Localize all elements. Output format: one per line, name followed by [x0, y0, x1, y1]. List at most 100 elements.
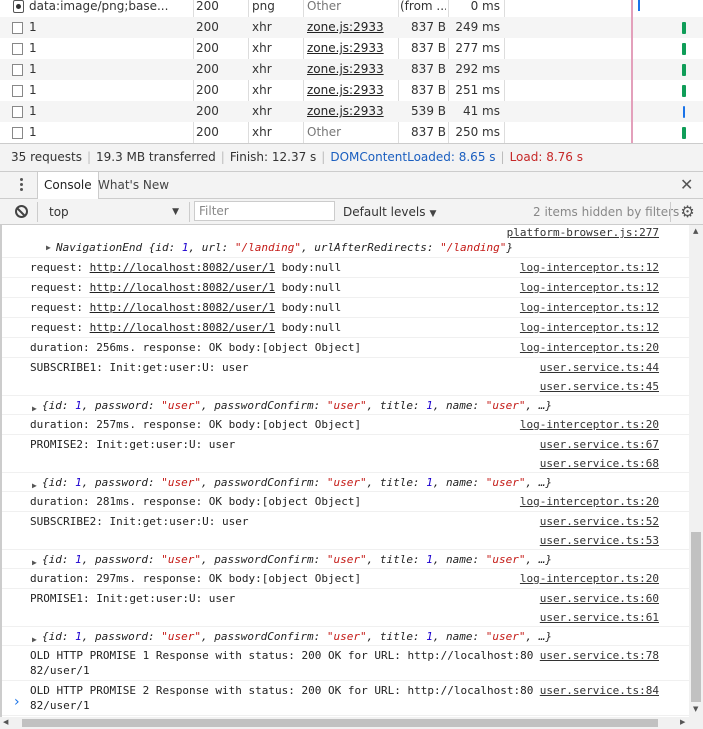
source-link[interactable]: log-interceptor.ts:20	[520, 494, 659, 509]
source-link[interactable]: user.service.ts:44	[540, 360, 659, 375]
initiator-cell[interactable]: zone.js:2933	[307, 38, 397, 59]
obj-p3: , title:	[366, 553, 427, 566]
source-link[interactable]: user.service.ts:60	[540, 591, 659, 606]
request-url-link[interactable]: http://localhost:8082/user/1	[90, 281, 275, 294]
message-suffix: body:null	[275, 261, 342, 274]
network-row[interactable]: 1 200 xhr zone.js:2933 539 B 41 ms	[0, 101, 703, 122]
expand-triangle-icon[interactable]: ▶	[32, 632, 37, 647]
console-messages: platform-browser.js:277 ▶ NavigationEnd …	[0, 225, 689, 717]
obj-text: , url:	[188, 241, 235, 254]
source-link[interactable]: user.service.ts:67	[540, 437, 659, 452]
toolbar-divider	[189, 202, 190, 222]
console-message: SUBSCRIBE1: Init:get:user:U: user user.se…	[2, 358, 689, 396]
checkbox[interactable]	[12, 22, 23, 34]
request-name: data:image/png;base...	[29, 0, 169, 13]
filter-input[interactable]	[194, 201, 335, 221]
obj-p3: , title:	[366, 476, 427, 489]
separator: |	[220, 150, 225, 164]
scroll-left-icon[interactable]: ◀	[3, 718, 8, 726]
navigation-end-object[interactable]: NavigationEnd {id: 1, url: "/landing", u…	[46, 240, 513, 255]
obj-close: , …}	[525, 630, 553, 643]
source-link[interactable]: user.service.ts:52	[540, 514, 659, 529]
tab-whats-new[interactable]: What's New	[92, 172, 175, 199]
source-link[interactable]: log-interceptor.ts:20	[520, 340, 659, 355]
expand-triangle-icon[interactable]: ▶	[32, 555, 37, 570]
network-row[interactable]: 1 200 xhr zone.js:2933 837 B 249 ms	[0, 17, 703, 38]
checkbox[interactable]	[12, 43, 23, 55]
obj-p1: , password:	[81, 630, 162, 643]
console-object[interactable]: ▶ {id: 1, password: "user", passwordConfi…	[2, 473, 689, 492]
log-levels-dropdown[interactable]: Default levels ▼	[343, 202, 436, 222]
network-row[interactable]: data:image/png;base... 200 png Other (from .…	[0, 0, 703, 17]
message-text: request: http://localhost:8082/user/1 bo…	[30, 300, 341, 315]
more-tools-icon[interactable]	[20, 178, 24, 193]
request-name: 1	[29, 104, 37, 118]
network-row[interactable]: 1 200 xhr zone.js:2933 837 B 251 ms	[0, 80, 703, 101]
request-name: 1	[29, 83, 37, 97]
finish-time: Finish: 12.37 s	[229, 150, 317, 164]
network-request-table: data:image/png;base... 200 png Other (from .…	[0, 0, 703, 143]
source-link[interactable]: user.service.ts:78	[540, 648, 659, 663]
source-link[interactable]: user.service.ts:68	[540, 456, 659, 471]
console-object[interactable]: ▶ {id: 1, password: "user", passwordConfi…	[2, 627, 689, 646]
request-url-link[interactable]: http://localhost:8082/user/1	[90, 321, 275, 334]
source-link[interactable]: user.service.ts:53	[540, 533, 659, 548]
request-count: 35 requests	[11, 150, 82, 164]
console-object[interactable]: ▶ {id: 1, password: "user", passwordConfi…	[2, 396, 689, 415]
source-link[interactable]: log-interceptor.ts:20	[520, 571, 659, 586]
checkbox[interactable]	[12, 64, 23, 76]
obj-id: 1	[75, 399, 82, 412]
request-url-link[interactable]: http://localhost:8082/user/1	[90, 301, 275, 314]
source-link[interactable]: user.service.ts:61	[540, 610, 659, 625]
network-row[interactable]: 1 200 xhr zone.js:2933 837 B 292 ms	[0, 59, 703, 80]
gear-icon[interactable]: ⚙	[679, 203, 696, 220]
source-link[interactable]: log-interceptor.ts:20	[520, 417, 659, 432]
obj-p3: , title:	[366, 630, 427, 643]
time-cell: 41 ms	[462, 104, 500, 118]
checkbox[interactable]	[12, 85, 23, 97]
obj-p2: , passwordConfirm:	[200, 476, 327, 489]
checkbox[interactable]	[12, 106, 23, 118]
obj-id: 1	[75, 476, 82, 489]
request-url-link[interactable]: http://localhost:8082/user/1	[90, 261, 275, 274]
clear-console-icon[interactable]	[15, 205, 28, 218]
network-row[interactable]: 1 200 xhr Other 837 B 250 ms	[0, 122, 703, 143]
network-row[interactable]: 1 200 xhr zone.js:2933 837 B 277 ms	[0, 38, 703, 59]
scroll-right-icon[interactable]: ▶	[680, 718, 685, 726]
chevron-down-icon: ▼	[429, 209, 437, 219]
source-link[interactable]: user.service.ts:45	[540, 379, 659, 394]
initiator-cell[interactable]: zone.js:2933	[307, 80, 397, 101]
obj-text: , urlAfterRedirects:	[301, 241, 441, 254]
scroll-up-icon[interactable]: ▲	[693, 227, 698, 235]
source-link[interactable]: user.service.ts:84	[540, 683, 659, 698]
initiator-cell[interactable]: zone.js:2933	[307, 17, 397, 38]
source-link[interactable]: log-interceptor.ts:12	[520, 300, 659, 315]
type-cell: xhr	[252, 83, 272, 97]
type-cell: xhr	[252, 104, 272, 118]
horizontal-scrollbar[interactable]: ◀ ▶	[0, 717, 703, 729]
console-prompt[interactable]: ›	[14, 694, 20, 710]
expand-triangle-icon[interactable]: ▶	[32, 478, 37, 493]
status-cell: 200	[196, 104, 219, 118]
source-link[interactable]: log-interceptor.ts:12	[520, 280, 659, 295]
scroll-thumb[interactable]	[691, 532, 701, 702]
context-selector[interactable]: top ▼	[42, 202, 187, 222]
obj-p1: , password:	[81, 476, 162, 489]
initiator-cell[interactable]: zone.js:2933	[307, 101, 397, 122]
vertical-scrollbar[interactable]: ▲ ▼	[689, 225, 703, 717]
close-drawer-icon[interactable]: ✕	[680, 176, 693, 194]
obj-p4: , name:	[432, 399, 486, 412]
request-name-cell: 1	[0, 80, 191, 101]
scroll-thumb[interactable]	[22, 719, 658, 727]
obj-passwordConfirm: "user"	[326, 553, 367, 566]
expand-triangle-icon[interactable]: ▶	[32, 401, 37, 416]
message-text: request: http://localhost:8082/user/1 bo…	[30, 320, 341, 335]
console-object[interactable]: ▶ {id: 1, password: "user", passwordConfi…	[2, 550, 689, 569]
source-link[interactable]: log-interceptor.ts:12	[520, 320, 659, 335]
scroll-down-icon[interactable]: ▼	[693, 705, 698, 713]
initiator-cell[interactable]: zone.js:2933	[307, 59, 397, 80]
source-link[interactable]: platform-browser.js:277	[507, 225, 659, 240]
tab-console[interactable]: Console	[37, 172, 99, 200]
checkbox[interactable]	[12, 127, 23, 139]
source-link[interactable]: log-interceptor.ts:12	[520, 260, 659, 275]
